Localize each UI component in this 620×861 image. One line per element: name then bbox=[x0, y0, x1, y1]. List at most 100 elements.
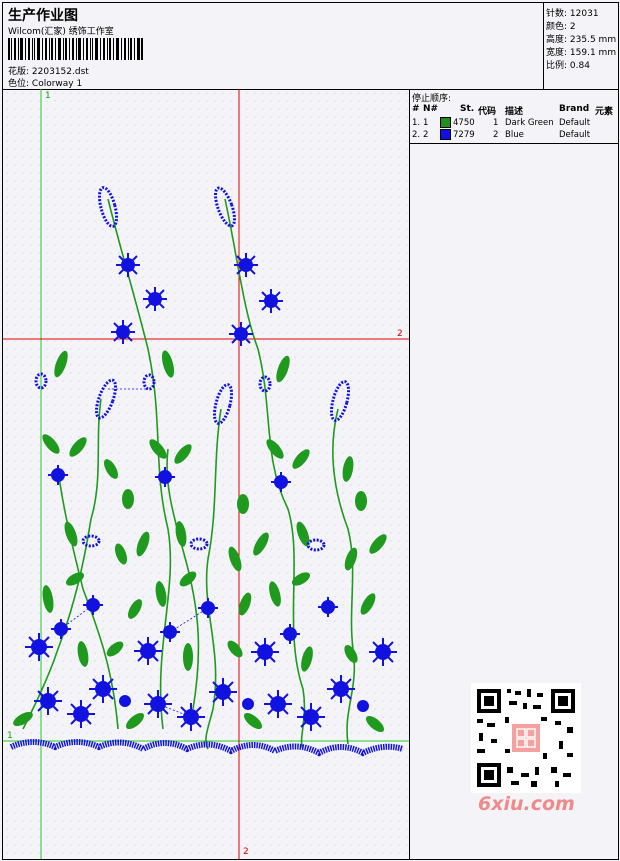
leaf bbox=[125, 712, 145, 730]
spec-stitches-value: 12031 bbox=[569, 9, 599, 19]
guide-label-green-top: 1 bbox=[45, 91, 51, 101]
flower bbox=[134, 637, 162, 665]
row-num: 1 bbox=[493, 118, 499, 128]
spec-stitches-label: 针数: bbox=[546, 9, 568, 19]
bud bbox=[81, 534, 101, 548]
flower bbox=[209, 678, 237, 706]
embroidery-design bbox=[3, 89, 409, 859]
embroidery-canvas[interactable]: 1 2 1 2 bbox=[3, 89, 410, 859]
flower bbox=[143, 287, 167, 311]
leaf bbox=[122, 489, 134, 509]
leaf bbox=[106, 641, 124, 657]
flower bbox=[111, 320, 135, 344]
leaf bbox=[104, 459, 118, 479]
row-brand: Default bbox=[559, 118, 591, 128]
flower bbox=[25, 633, 53, 661]
leaf bbox=[228, 546, 242, 572]
col-hash: # bbox=[412, 104, 420, 114]
leaf bbox=[42, 585, 54, 613]
leaf bbox=[136, 531, 150, 557]
row-desc: Blue bbox=[505, 130, 524, 140]
leaf bbox=[183, 643, 193, 671]
flower bbox=[34, 687, 62, 715]
color-swatch bbox=[440, 129, 451, 140]
spec-scale-label: 比例: bbox=[546, 61, 568, 71]
bud bbox=[95, 378, 117, 420]
leaf bbox=[292, 449, 310, 469]
row-code: 4750 bbox=[453, 118, 475, 128]
row-needle: 2 bbox=[423, 130, 429, 140]
col-stitch: St. bbox=[460, 104, 475, 114]
leaf bbox=[301, 646, 313, 672]
bud bbox=[214, 186, 236, 228]
colorway-label: 色位: bbox=[8, 79, 30, 89]
leaf bbox=[243, 712, 263, 730]
flower bbox=[297, 703, 325, 731]
spec-width-label: 宽度: bbox=[546, 48, 568, 58]
row-code: 7279 bbox=[453, 130, 475, 140]
leaf bbox=[266, 439, 284, 459]
bud bbox=[306, 538, 326, 552]
flower bbox=[271, 472, 291, 492]
flower bbox=[369, 638, 397, 666]
bud bbox=[142, 373, 156, 391]
flower bbox=[89, 675, 117, 703]
page-title: 生产作业图 bbox=[8, 8, 78, 24]
row-brand: Default bbox=[559, 130, 591, 140]
leaf bbox=[369, 534, 387, 554]
col-desc: 描述 bbox=[505, 107, 524, 117]
spec-colors-value: 2 bbox=[569, 22, 576, 32]
leaf bbox=[360, 593, 376, 615]
leaf bbox=[64, 521, 78, 547]
leaf bbox=[344, 547, 358, 571]
sheet-header: 生产作业图 Wilcom(汇家) 绣饰工作室 花版: 2203152.dst 色… bbox=[3, 3, 543, 90]
flower bbox=[229, 322, 253, 346]
qr-logo bbox=[510, 722, 542, 754]
flower bbox=[67, 700, 95, 728]
spec-width: 宽度: 159.1 mm bbox=[546, 45, 616, 58]
leaf bbox=[114, 543, 128, 565]
leaf bbox=[253, 532, 269, 556]
leaf bbox=[342, 456, 354, 482]
spec-colors-label: 颜色: bbox=[546, 22, 568, 32]
bud bbox=[329, 380, 351, 422]
flower bbox=[251, 638, 279, 666]
bud bbox=[97, 186, 119, 228]
spec-height: 高度: 235.5 mm bbox=[546, 32, 616, 45]
col-element: 元素 bbox=[595, 107, 614, 117]
leaf bbox=[161, 350, 175, 378]
flower bbox=[119, 695, 131, 707]
production-sheet: 生产作业图 Wilcom(汇家) 绣饰工作室 花版: 2203152.dst 色… bbox=[2, 2, 619, 860]
buds bbox=[34, 186, 351, 552]
leaf bbox=[276, 355, 290, 383]
spec-stitches: 针数: 12031 bbox=[546, 6, 599, 19]
spec-height-label: 高度: bbox=[546, 35, 568, 45]
col-needle: N# bbox=[423, 104, 439, 114]
flower bbox=[327, 675, 355, 703]
stop-sequence-panel: 停止顺序: # N# St. 代码 描述 Brand 元素 1. 1 4750 … bbox=[409, 89, 618, 144]
spec-height-value: 235.5 mm bbox=[569, 35, 617, 45]
flower bbox=[264, 690, 292, 718]
leaf bbox=[128, 599, 142, 619]
colorway-row: 色位: Colorway 1 bbox=[8, 76, 82, 89]
flower bbox=[280, 624, 300, 644]
flower bbox=[116, 253, 140, 277]
flower bbox=[318, 597, 338, 617]
stem bbox=[224, 198, 306, 750]
color-swatch bbox=[440, 117, 451, 128]
row-index: 2. bbox=[412, 130, 421, 140]
leaf bbox=[69, 437, 87, 457]
leaf bbox=[355, 491, 367, 511]
col-code: 代码 bbox=[478, 107, 497, 117]
flower bbox=[242, 698, 254, 710]
guide-label-red-bottom: 2 bbox=[243, 847, 249, 857]
spec-colors: 颜色: 2 bbox=[546, 19, 576, 32]
row-num: 2 bbox=[493, 130, 499, 140]
row-needle: 1 bbox=[423, 118, 429, 128]
guide-label-red-right: 2 bbox=[397, 329, 403, 339]
spec-scale: 比例: 0.84 bbox=[546, 58, 590, 71]
leaf bbox=[237, 494, 249, 514]
flower bbox=[234, 253, 258, 277]
leaf bbox=[344, 644, 358, 664]
row-index: 1. bbox=[412, 118, 421, 128]
